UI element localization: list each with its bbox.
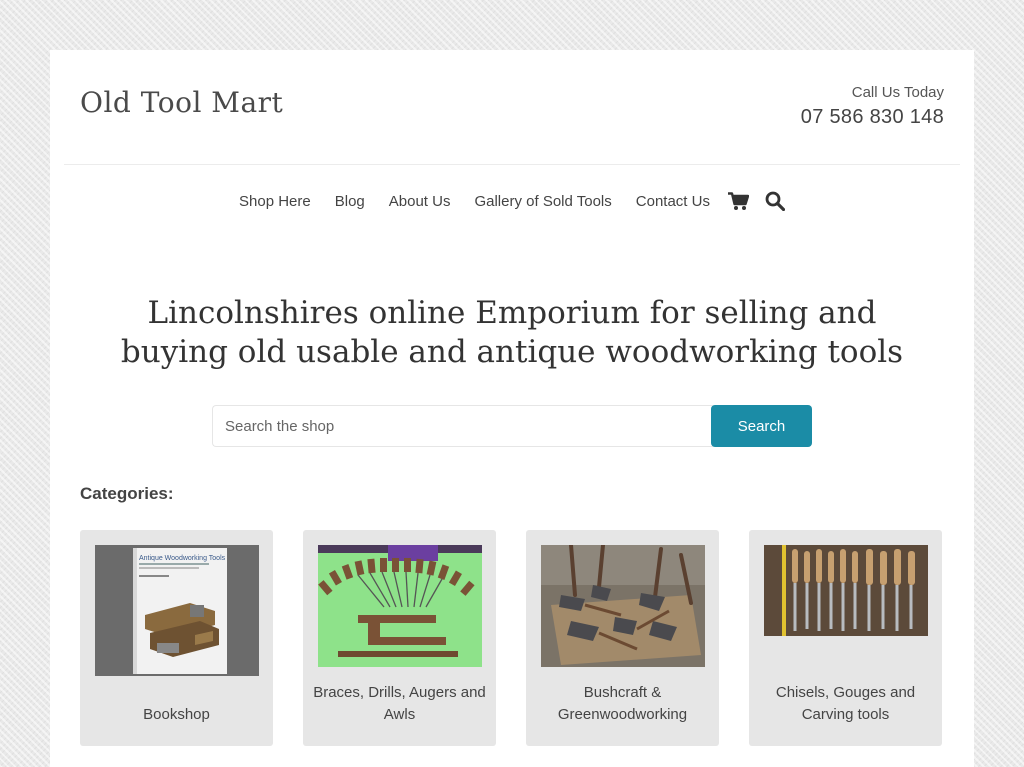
- nav-contact-us[interactable]: Contact Us: [636, 193, 710, 210]
- call-us-label: Call Us Today: [851, 84, 944, 101]
- call-us-block: Call Us Today 07 586 830 148: [801, 84, 944, 129]
- main-nav: Shop Here Blog About Us Gallery of Sold …: [50, 188, 974, 214]
- category-label[interactable]: Chisels, Gouges and Carving tools: [757, 682, 934, 726]
- nav-gallery-of-sold-tools[interactable]: Gallery of Sold Tools: [474, 193, 611, 210]
- bushcraft-image[interactable]: [541, 545, 705, 667]
- braces-drills-image[interactable]: [318, 545, 482, 667]
- category-card-bushcraft[interactable]: Bushcraft & Greenwoodworking: [526, 530, 719, 746]
- page-container: Old Tool Mart Call Us Today 07 586 830 1…: [50, 50, 974, 767]
- bookshop-image[interactable]: Antique Woodworking Tools: [95, 545, 259, 676]
- cart-icon[interactable]: [727, 191, 749, 211]
- hero-heading: Lincolnshires online Emporium for sellin…: [120, 295, 904, 370]
- site-title[interactable]: Old Tool Mart: [80, 86, 283, 119]
- book-title-text: Antique Woodworking Tools: [139, 555, 226, 562]
- category-label[interactable]: Braces, Drills, Augers and Awls: [311, 682, 488, 726]
- header-divider: [64, 164, 960, 165]
- category-card-braces-drills[interactable]: Braces, Drills, Augers and Awls: [303, 530, 496, 746]
- search-input[interactable]: [212, 405, 713, 447]
- shop-search-form: Search: [212, 405, 812, 447]
- nav-shop-here[interactable]: Shop Here: [239, 193, 311, 210]
- nav-blog[interactable]: Blog: [335, 193, 365, 210]
- category-card-chisels[interactable]: Chisels, Gouges and Carving tools: [749, 530, 942, 746]
- search-icon[interactable]: [765, 191, 785, 211]
- nav-about-us[interactable]: About Us: [389, 193, 451, 210]
- category-card-bookshop[interactable]: Antique Woodworking Tools Bookshop: [80, 530, 273, 746]
- categories-grid: Antique Woodworking Tools Bookshop Brace…: [80, 530, 942, 746]
- category-label[interactable]: Bookshop: [88, 704, 265, 726]
- categories-title: Categories:: [80, 484, 174, 503]
- category-label[interactable]: Bushcraft & Greenwoodworking: [534, 682, 711, 726]
- search-button[interactable]: Search: [711, 405, 812, 447]
- chisels-image[interactable]: [764, 545, 928, 636]
- phone-number[interactable]: 07 586 830 148: [801, 106, 944, 129]
